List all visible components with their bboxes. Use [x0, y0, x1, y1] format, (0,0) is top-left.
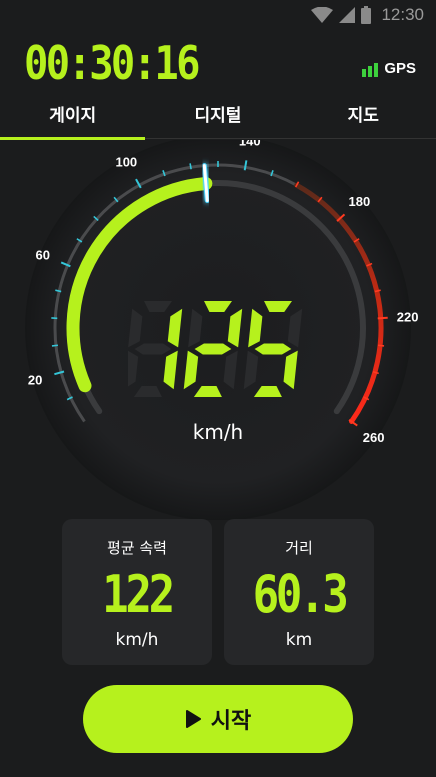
gauge-tick [377, 344, 385, 347]
digit-segment [253, 386, 282, 397]
gauge-tick-label: 20 [28, 373, 42, 388]
digit-segment [144, 301, 172, 312]
speed-digit [183, 301, 243, 397]
gauge-tick-label: 140 [239, 140, 261, 149]
digit-segment [134, 343, 172, 355]
cell-signal-icon [339, 7, 356, 23]
digit-segment [223, 350, 238, 390]
gps-indicator: GPS [362, 60, 416, 77]
digit-segment [128, 350, 139, 390]
digit-segment [183, 350, 199, 390]
tab-gauge[interactable]: 게이지 [0, 98, 146, 140]
gauge-tick-label: 220 [397, 310, 419, 325]
gauge-tick [377, 316, 388, 320]
distance-unit: km [285, 630, 313, 650]
avg-speed-unit: km/h [115, 630, 159, 650]
signal-bars-icon [362, 63, 379, 77]
digit-segment [227, 308, 243, 348]
status-time: 12:30 [381, 5, 424, 24]
digit-segment [167, 308, 183, 348]
digit-segment [194, 343, 232, 355]
start-button-label: 시작 [210, 709, 252, 734]
digit-segment [128, 308, 143, 348]
digit-segment [243, 350, 259, 390]
header: 00:30:16 GPS [0, 30, 436, 94]
gauge-needle [201, 163, 210, 203]
elapsed-timer: 00:30:16 [24, 36, 200, 90]
digit-segment [204, 301, 232, 312]
gauge-tick-label: 260 [363, 430, 385, 445]
tab-map[interactable]: 지도 [291, 98, 436, 138]
gauge-tick [189, 163, 192, 170]
speed-unit: km/h [192, 420, 244, 444]
distance-card: 거리 60.3 km [224, 519, 374, 665]
distance-label: 거리 [285, 539, 313, 557]
distance-value: 60.3 [252, 565, 349, 625]
avg-speed-value: 122 [102, 565, 175, 625]
status-bar: 12:30 [0, 0, 436, 30]
play-icon [185, 710, 201, 728]
digit-segment [254, 343, 292, 355]
tab-digital[interactable]: 디지털 [145, 98, 290, 138]
gauge-tick-label: 60 [35, 248, 49, 263]
digit-segment [283, 350, 298, 390]
digit-segment [193, 386, 222, 397]
digit-segment [248, 308, 263, 348]
gauge-tick [51, 344, 59, 347]
speed-digit [128, 301, 183, 397]
speed-digit [243, 301, 303, 397]
gauge-tick-label: 180 [349, 194, 371, 209]
digit-segment [287, 308, 303, 348]
digit-segment [163, 350, 178, 390]
avg-speed-label: 평균 속력 [107, 539, 167, 557]
wifi-icon [311, 7, 334, 23]
digit-segment [133, 386, 162, 397]
digit-segment [264, 301, 292, 312]
gauge-tick-label: 100 [115, 155, 137, 170]
start-button[interactable]: 시작 [83, 685, 353, 753]
tab-bar: 게이지 디지털 지도 [0, 98, 436, 140]
battery-icon [361, 6, 372, 24]
avg-speed-card: 평균 속력 122 km/h [62, 519, 212, 665]
digit-segment [188, 308, 203, 348]
speed-readout [128, 301, 303, 397]
gps-label: GPS [384, 60, 416, 77]
